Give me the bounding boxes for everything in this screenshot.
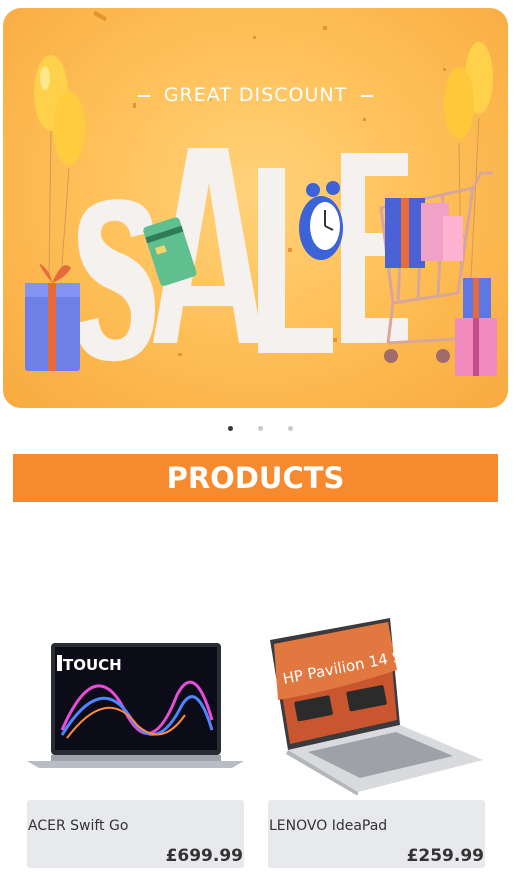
banner-heading-text: GREAT DISCOUNT: [163, 84, 348, 106]
promo-banner[interactable]: GREAT DISCOUNT: [3, 8, 508, 408]
screen-text: TOUCH: [63, 656, 122, 674]
product-price: £699.99: [165, 846, 243, 866]
carousel-pagination: [0, 426, 520, 431]
product-info[interactable]: LENOVO IdeaPad £259.99: [268, 800, 485, 868]
product-name[interactable]: LENOVO IdeaPad: [269, 818, 387, 834]
product-card[interactable]: HP Pavilion 14 SE LENOVO IdeaPad £259.99: [268, 610, 485, 870]
product-image[interactable]: TOUCH: [27, 610, 244, 795]
product-info[interactable]: ACER Swift Go £699.99: [27, 800, 244, 868]
banner-heading: GREAT DISCOUNT: [3, 84, 508, 106]
banner-artwork: [25, 10, 497, 376]
carousel-dot-1[interactable]: [227, 426, 233, 431]
carousel-dot-3[interactable]: [287, 426, 293, 431]
product-name[interactable]: ACER Swift Go: [28, 818, 128, 834]
heading-dash-right: [361, 94, 374, 97]
product-card[interactable]: TOUCH ACER Swift Go £699.99: [27, 610, 244, 870]
product-image[interactable]: HP Pavilion 14 SE: [268, 610, 485, 796]
products-section-title: PRODUCTS: [13, 454, 498, 502]
product-price: £259.99: [406, 846, 484, 866]
carousel-dot-2[interactable]: [257, 426, 263, 431]
heading-dash-left: [137, 94, 150, 97]
